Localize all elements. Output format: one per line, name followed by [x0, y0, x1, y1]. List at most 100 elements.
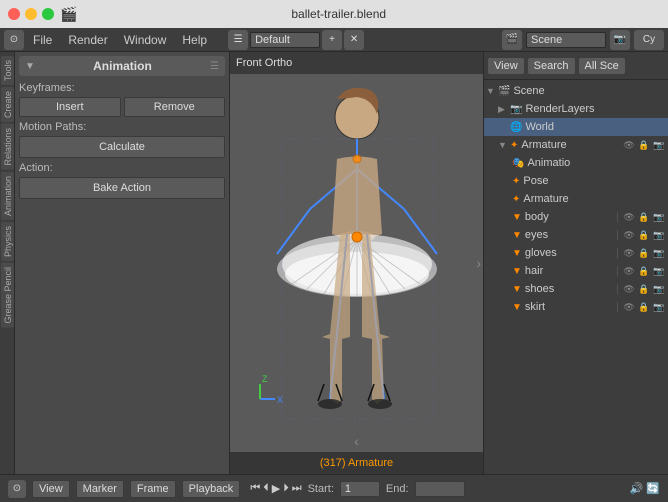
outliner-view-btn[interactable]: View: [488, 58, 524, 74]
armature-eye-icon[interactable]: 👁: [622, 138, 636, 152]
hair-icon: ▼: [512, 266, 522, 277]
tree-item-eyes[interactable]: ▼ eyes | 👁 🔒 📷: [484, 226, 668, 244]
armature-child-icon: ✦: [512, 194, 520, 205]
tree-item-body[interactable]: ▼ body | 👁 🔒 📷: [484, 208, 668, 226]
tree-item-armature[interactable]: ▼ ✦ Armature 👁 🔒 📷: [484, 136, 668, 154]
render-icon[interactable]: 📷: [610, 30, 630, 50]
eyes-icon: ▼: [512, 230, 522, 241]
tree-item-skirt[interactable]: ▼ skirt | 👁 🔒 📷: [484, 298, 668, 316]
eyes-lock-icon[interactable]: 🔒: [637, 228, 651, 242]
workspace-input[interactable]: [250, 32, 320, 48]
calculate-button[interactable]: Calculate: [19, 136, 225, 158]
action-label: Action:: [19, 162, 225, 174]
bake-action-button[interactable]: Bake Action: [19, 177, 225, 199]
grease-pencil-tab[interactable]: Grease Pencil: [1, 263, 14, 328]
outliner-all-scenes-btn[interactable]: All Sce: [579, 58, 625, 74]
relations-tab[interactable]: Relations: [1, 124, 14, 170]
workspace-add-icon[interactable]: +: [322, 30, 342, 50]
tree-item-pose[interactable]: ✦ Pose: [484, 172, 668, 190]
body-lock-icon[interactable]: 🔒: [637, 210, 651, 224]
gloves-separator: |: [613, 247, 622, 259]
prev-end-icon[interactable]: ⏮: [250, 482, 260, 495]
shoes-eye-icon[interactable]: 👁: [622, 282, 636, 296]
left-tools: Tools Create Relations Animation Physics…: [0, 52, 15, 474]
menu-file[interactable]: File: [26, 31, 59, 49]
world-icon: 🌐: [510, 122, 522, 133]
viewport-footer: (317) Armature: [230, 452, 483, 474]
main-area: Tools Create Relations Animation Physics…: [0, 52, 668, 474]
scene-input[interactable]: [526, 32, 606, 48]
tree-item-renderlayers[interactable]: ▶ 📷 RenderLayers: [484, 100, 668, 118]
minimize-button[interactable]: [25, 8, 37, 20]
viewport-right-arrow[interactable]: ›: [476, 255, 481, 271]
shoes-render-icon[interactable]: 📷: [652, 282, 666, 296]
eyes-eye-icon[interactable]: 👁: [622, 228, 636, 242]
tree-item-gloves[interactable]: ▼ gloves | 👁 🔒 📷: [484, 244, 668, 262]
body-render-icon[interactable]: 📷: [652, 210, 666, 224]
armature-render-icon[interactable]: 📷: [652, 138, 666, 152]
view-button[interactable]: View: [32, 480, 70, 498]
outliner-search-btn[interactable]: Search: [528, 58, 575, 74]
window-title: ballet-trailer.blend: [291, 7, 386, 21]
marker-button[interactable]: Marker: [76, 480, 124, 498]
shoes-lock-icon[interactable]: 🔒: [637, 282, 651, 296]
shoes-icon: ▼: [512, 284, 522, 295]
next-end-icon[interactable]: ⏭: [292, 482, 302, 495]
hair-label: hair: [525, 265, 613, 277]
body-eye-icon[interactable]: 👁: [622, 210, 636, 224]
physics-tab[interactable]: Physics: [1, 222, 14, 261]
panel-header[interactable]: ▼ Animation ☰: [19, 56, 225, 76]
viewport-bottom-arrow[interactable]: ‹: [354, 433, 359, 449]
hair-eye-icon[interactable]: 👁: [622, 264, 636, 278]
gloves-render-icon[interactable]: 📷: [652, 246, 666, 260]
end-frame-input[interactable]: [415, 481, 465, 497]
blender-icon: 🎬: [60, 6, 77, 23]
scene-icon: 🎬: [498, 86, 510, 97]
sync-icon[interactable]: 🔄: [646, 482, 660, 495]
insert-button[interactable]: Insert: [19, 97, 121, 117]
gloves-lock-icon[interactable]: 🔒: [637, 246, 651, 260]
menu-window[interactable]: Window: [117, 31, 174, 49]
play-icon[interactable]: ▶: [272, 482, 280, 495]
close-button[interactable]: [8, 8, 20, 20]
playback-button[interactable]: Playback: [182, 480, 241, 498]
skirt-eye-icon[interactable]: 👁: [622, 300, 636, 314]
tree-item-armature-child[interactable]: ✦ Armature: [484, 190, 668, 208]
audio-icon[interactable]: 🔊: [630, 482, 644, 495]
animation-tab[interactable]: Animation: [1, 172, 14, 220]
tree-item-scene[interactable]: ▼ 🎬 Scene: [484, 82, 668, 100]
maximize-button[interactable]: [42, 8, 54, 20]
frame-button[interactable]: Frame: [130, 480, 176, 498]
create-tab[interactable]: Create: [1, 87, 14, 122]
tree-item-world[interactable]: 🌐 World: [484, 118, 668, 136]
next-frame-icon[interactable]: ⏵: [283, 482, 289, 495]
blender-menu-icon[interactable]: ⊙: [4, 30, 24, 50]
gloves-icons: 👁 🔒 📷: [622, 246, 666, 260]
animation-panel: ▼ Animation ☰ Keyframes: Insert Remove M…: [15, 52, 230, 474]
gloves-eye-icon[interactable]: 👁: [622, 246, 636, 260]
armature-lock-icon[interactable]: 🔒: [637, 138, 651, 152]
skirt-render-icon[interactable]: 📷: [652, 300, 666, 314]
workspace-icon: ☰: [228, 30, 248, 50]
hair-render-icon[interactable]: 📷: [652, 264, 666, 278]
hair-lock-icon[interactable]: 🔒: [637, 264, 651, 278]
tree-item-shoes[interactable]: ▼ shoes | 👁 🔒 📷: [484, 280, 668, 298]
menu-help[interactable]: Help: [175, 31, 214, 49]
prev-frame-icon[interactable]: ⏴: [263, 482, 269, 495]
pose-label: Pose: [523, 175, 666, 187]
armature-label: Armature: [521, 139, 622, 151]
skirt-lock-icon[interactable]: 🔒: [637, 300, 651, 314]
tree-item-animatio[interactable]: 🎭 Animatio: [484, 154, 668, 172]
workspace-close-icon[interactable]: ✕: [344, 30, 364, 50]
start-frame-input[interactable]: [340, 481, 380, 497]
tools-tab[interactable]: Tools: [1, 56, 14, 85]
viewport-view-label: Front Ortho: [236, 57, 292, 69]
remove-button[interactable]: Remove: [124, 97, 226, 117]
menu-render[interactable]: Render: [61, 31, 114, 49]
body-icon: ▼: [512, 212, 522, 223]
bottombar: ⊙ View Marker Frame Playback ⏮ ⏴ ▶ ⏵ ⏭ S…: [0, 474, 668, 502]
ballerina-svg: X Z: [242, 79, 472, 439]
viewport: Front Ortho: [230, 52, 483, 474]
tree-item-hair[interactable]: ▼ hair | 👁 🔒 📷: [484, 262, 668, 280]
eyes-render-icon[interactable]: 📷: [652, 228, 666, 242]
